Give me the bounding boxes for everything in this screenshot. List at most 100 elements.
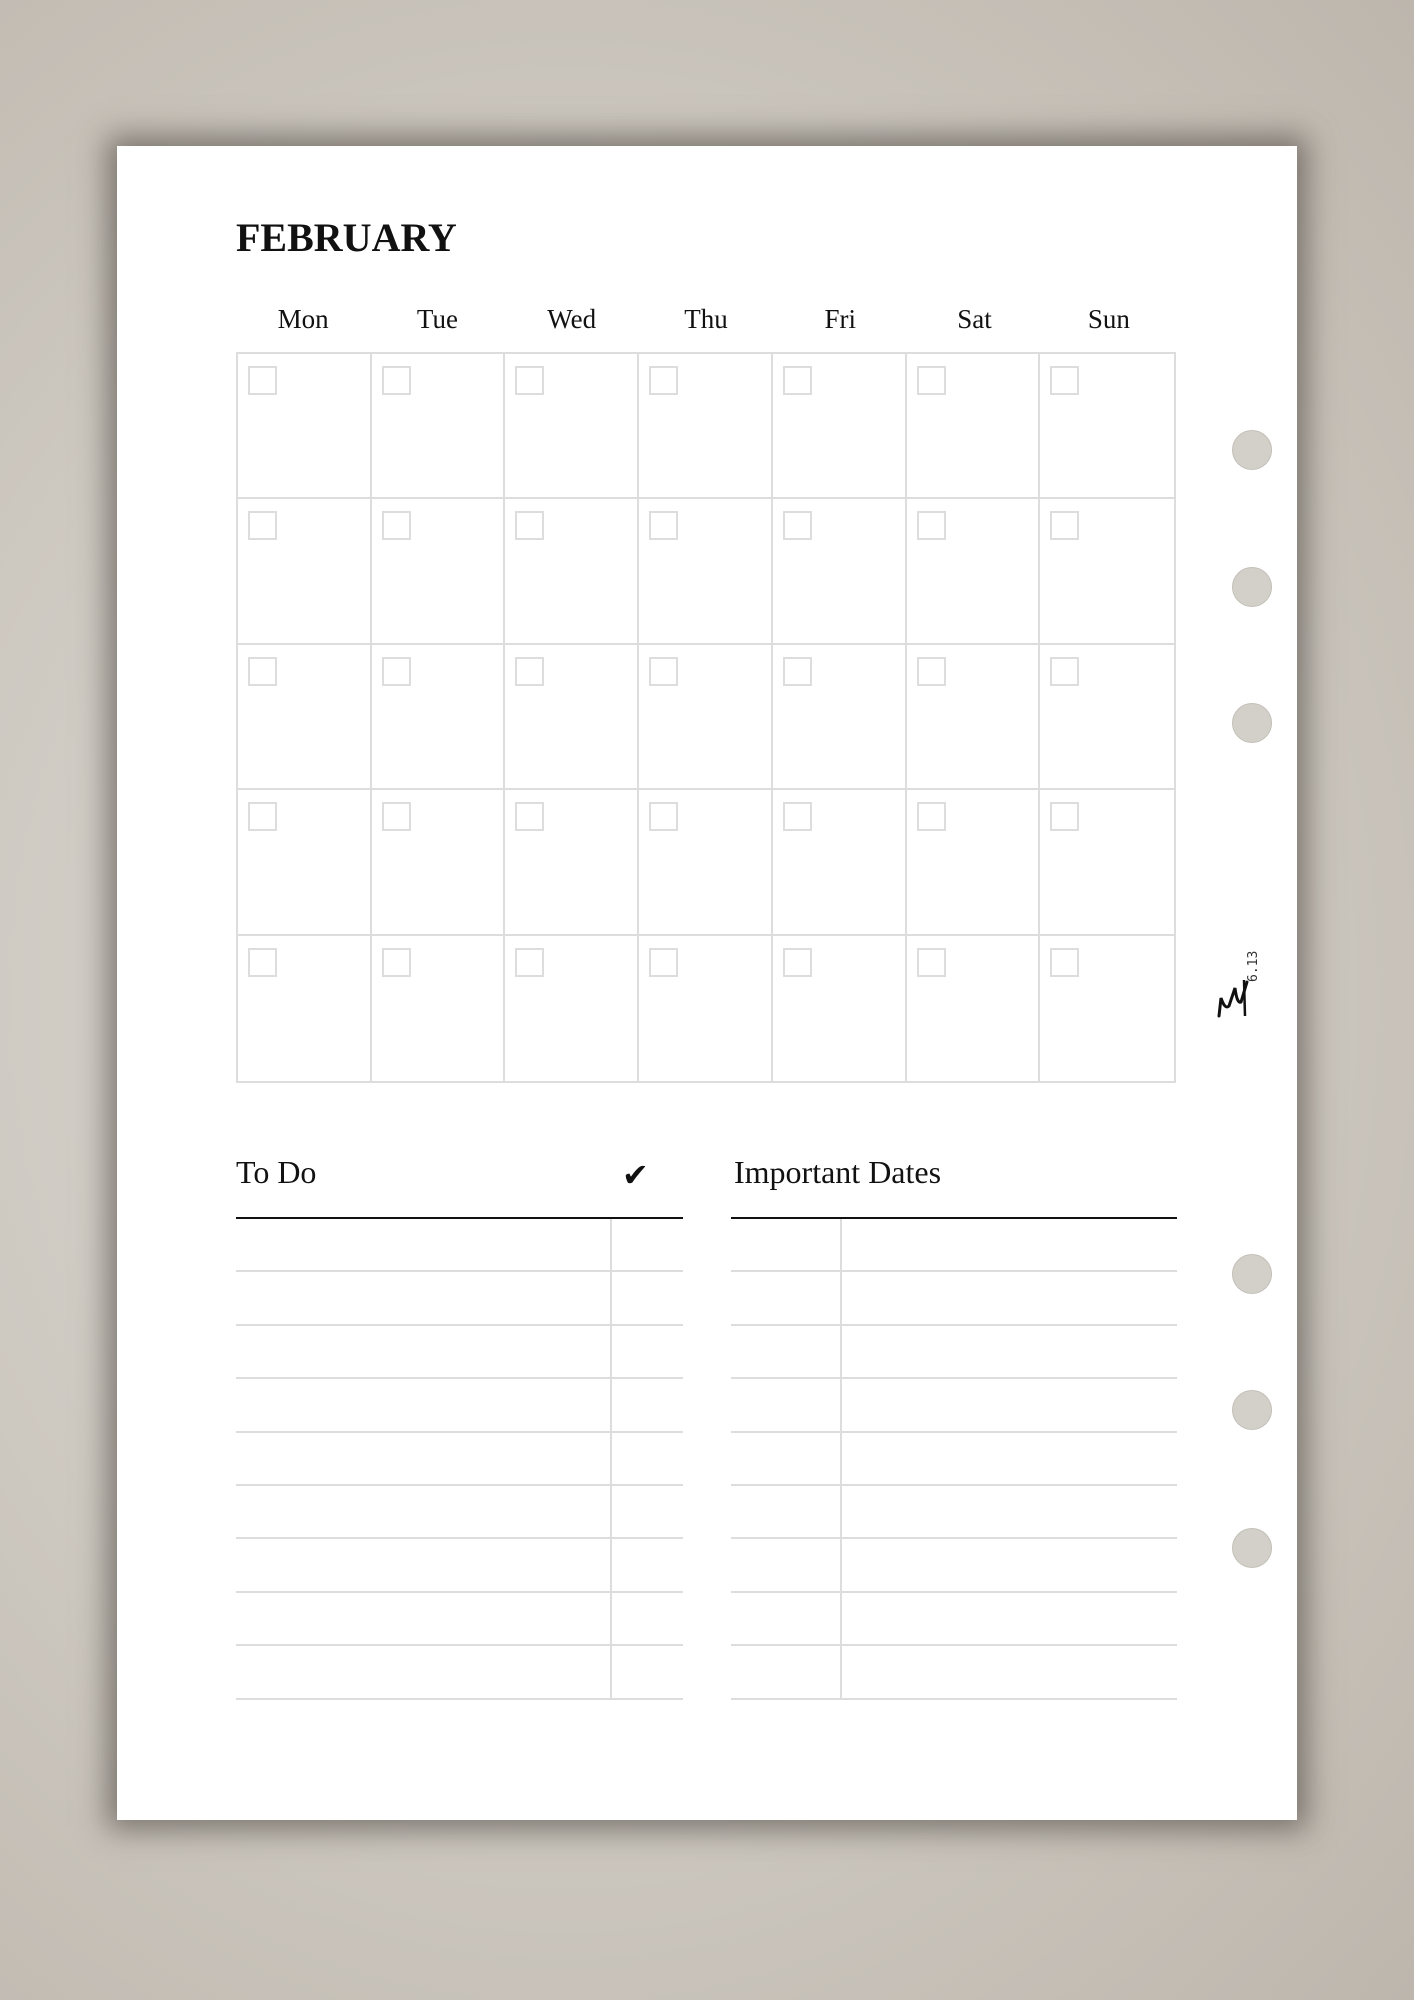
day-checkbox[interactable] (515, 511, 545, 541)
day-cell[interactable] (907, 935, 1041, 1081)
day-checkbox[interactable] (248, 511, 277, 541)
todo-row[interactable] (236, 1379, 683, 1433)
day-cell[interactable] (772, 790, 907, 936)
todo-row[interactable] (236, 1646, 683, 1700)
day-cell[interactable] (773, 935, 907, 1081)
date-row[interactable] (731, 1379, 1177, 1433)
weekday-label: Fri (824, 304, 857, 334)
day-cell[interactable] (238, 935, 372, 1081)
todo-row[interactable] (236, 1219, 683, 1273)
day-checkbox[interactable] (381, 656, 411, 686)
day-checkbox[interactable] (916, 656, 946, 686)
day-cell[interactable] (505, 499, 640, 645)
day-cell[interactable] (1040, 790, 1174, 936)
day-checkbox[interactable] (515, 656, 545, 686)
day-cell[interactable] (772, 499, 907, 645)
day-cell[interactable] (772, 644, 907, 791)
day-cell[interactable] (639, 790, 773, 936)
day-checkbox[interactable] (515, 947, 545, 977)
day-cell[interactable] (371, 644, 506, 791)
day-cell[interactable] (371, 790, 506, 936)
day-cell[interactable] (639, 354, 773, 500)
day-cell[interactable] (238, 790, 372, 936)
todo-row[interactable] (236, 1272, 683, 1326)
day-cell[interactable] (906, 499, 1041, 645)
day-cell[interactable] (505, 354, 640, 500)
todo-row[interactable] (236, 1593, 683, 1647)
day-cell[interactable] (1040, 936, 1174, 1081)
todo-row[interactable] (236, 1433, 683, 1486)
binder-hole (1232, 1390, 1272, 1430)
day-cell[interactable] (772, 354, 907, 500)
day-checkbox[interactable] (248, 656, 277, 686)
date-row[interactable] (731, 1646, 1177, 1700)
day-cell[interactable] (639, 644, 773, 791)
important-dates-title: Important Dates (734, 1154, 942, 1190)
date-row[interactable] (731, 1219, 1177, 1273)
day-cell[interactable] (505, 644, 640, 791)
day-checkbox[interactable] (649, 366, 679, 395)
day-checkbox[interactable] (381, 511, 411, 541)
day-checkbox[interactable] (782, 511, 812, 541)
binder-hole (1232, 567, 1272, 607)
day-checkbox[interactable] (1050, 511, 1080, 541)
todo-title: To Do (236, 1154, 317, 1190)
day-cell[interactable] (505, 790, 640, 936)
day-checkbox[interactable] (515, 366, 545, 395)
day-checkbox[interactable] (782, 656, 812, 686)
todo-row[interactable] (236, 1539, 683, 1593)
date-row[interactable] (731, 1433, 1177, 1486)
day-checkbox[interactable] (1050, 656, 1080, 686)
date-row[interactable] (731, 1539, 1177, 1593)
weekday-label: Sun (1087, 304, 1130, 334)
day-cell[interactable] (238, 499, 372, 645)
todo-row[interactable] (236, 1326, 683, 1380)
day-checkbox[interactable] (248, 366, 277, 395)
day-cell[interactable] (371, 499, 506, 645)
calendar-grid (236, 352, 1176, 1083)
date-row[interactable] (731, 1486, 1177, 1540)
day-checkbox[interactable] (381, 947, 411, 977)
day-checkbox[interactable] (248, 802, 277, 832)
day-cell[interactable] (1040, 499, 1174, 645)
day-cell[interactable] (639, 499, 773, 645)
date-row[interactable] (731, 1593, 1177, 1647)
day-checkbox[interactable] (916, 511, 946, 541)
month-title: FEBRUARY (236, 215, 457, 260)
weekday-label: Thu (684, 304, 728, 334)
day-cell[interactable] (505, 935, 640, 1081)
day-checkbox[interactable] (1050, 802, 1080, 832)
day-checkbox[interactable] (1050, 366, 1080, 395)
day-checkbox[interactable] (916, 802, 946, 832)
day-checkbox[interactable] (1050, 947, 1080, 977)
binder-hole (1232, 430, 1272, 470)
day-cell[interactable] (238, 354, 372, 500)
logo-version: 6.13 (1246, 951, 1261, 982)
day-checkbox[interactable] (649, 802, 679, 832)
day-cell[interactable] (1040, 645, 1174, 791)
date-row[interactable] (731, 1326, 1177, 1380)
day-checkbox[interactable] (381, 802, 411, 832)
day-checkbox[interactable] (916, 366, 946, 395)
day-cell[interactable] (238, 644, 372, 791)
day-checkbox[interactable] (649, 511, 679, 541)
day-checkbox[interactable] (916, 947, 946, 977)
day-checkbox[interactable] (649, 947, 679, 977)
day-cell[interactable] (1040, 354, 1174, 500)
checkmark-icon: ✔ (622, 1156, 649, 1194)
day-cell[interactable] (371, 354, 506, 500)
day-checkbox[interactable] (515, 802, 545, 832)
day-checkbox[interactable] (649, 656, 679, 686)
day-cell[interactable] (906, 790, 1041, 936)
day-checkbox[interactable] (381, 366, 411, 395)
date-row[interactable] (731, 1272, 1177, 1326)
day-checkbox[interactable] (248, 947, 277, 977)
todo-row[interactable] (236, 1486, 683, 1540)
day-cell[interactable] (639, 935, 773, 1081)
day-checkbox[interactable] (782, 802, 812, 832)
day-cell[interactable] (906, 354, 1041, 500)
day-cell[interactable] (372, 935, 506, 1081)
day-checkbox[interactable] (782, 947, 812, 977)
day-cell[interactable] (906, 644, 1041, 791)
day-checkbox[interactable] (782, 366, 812, 395)
